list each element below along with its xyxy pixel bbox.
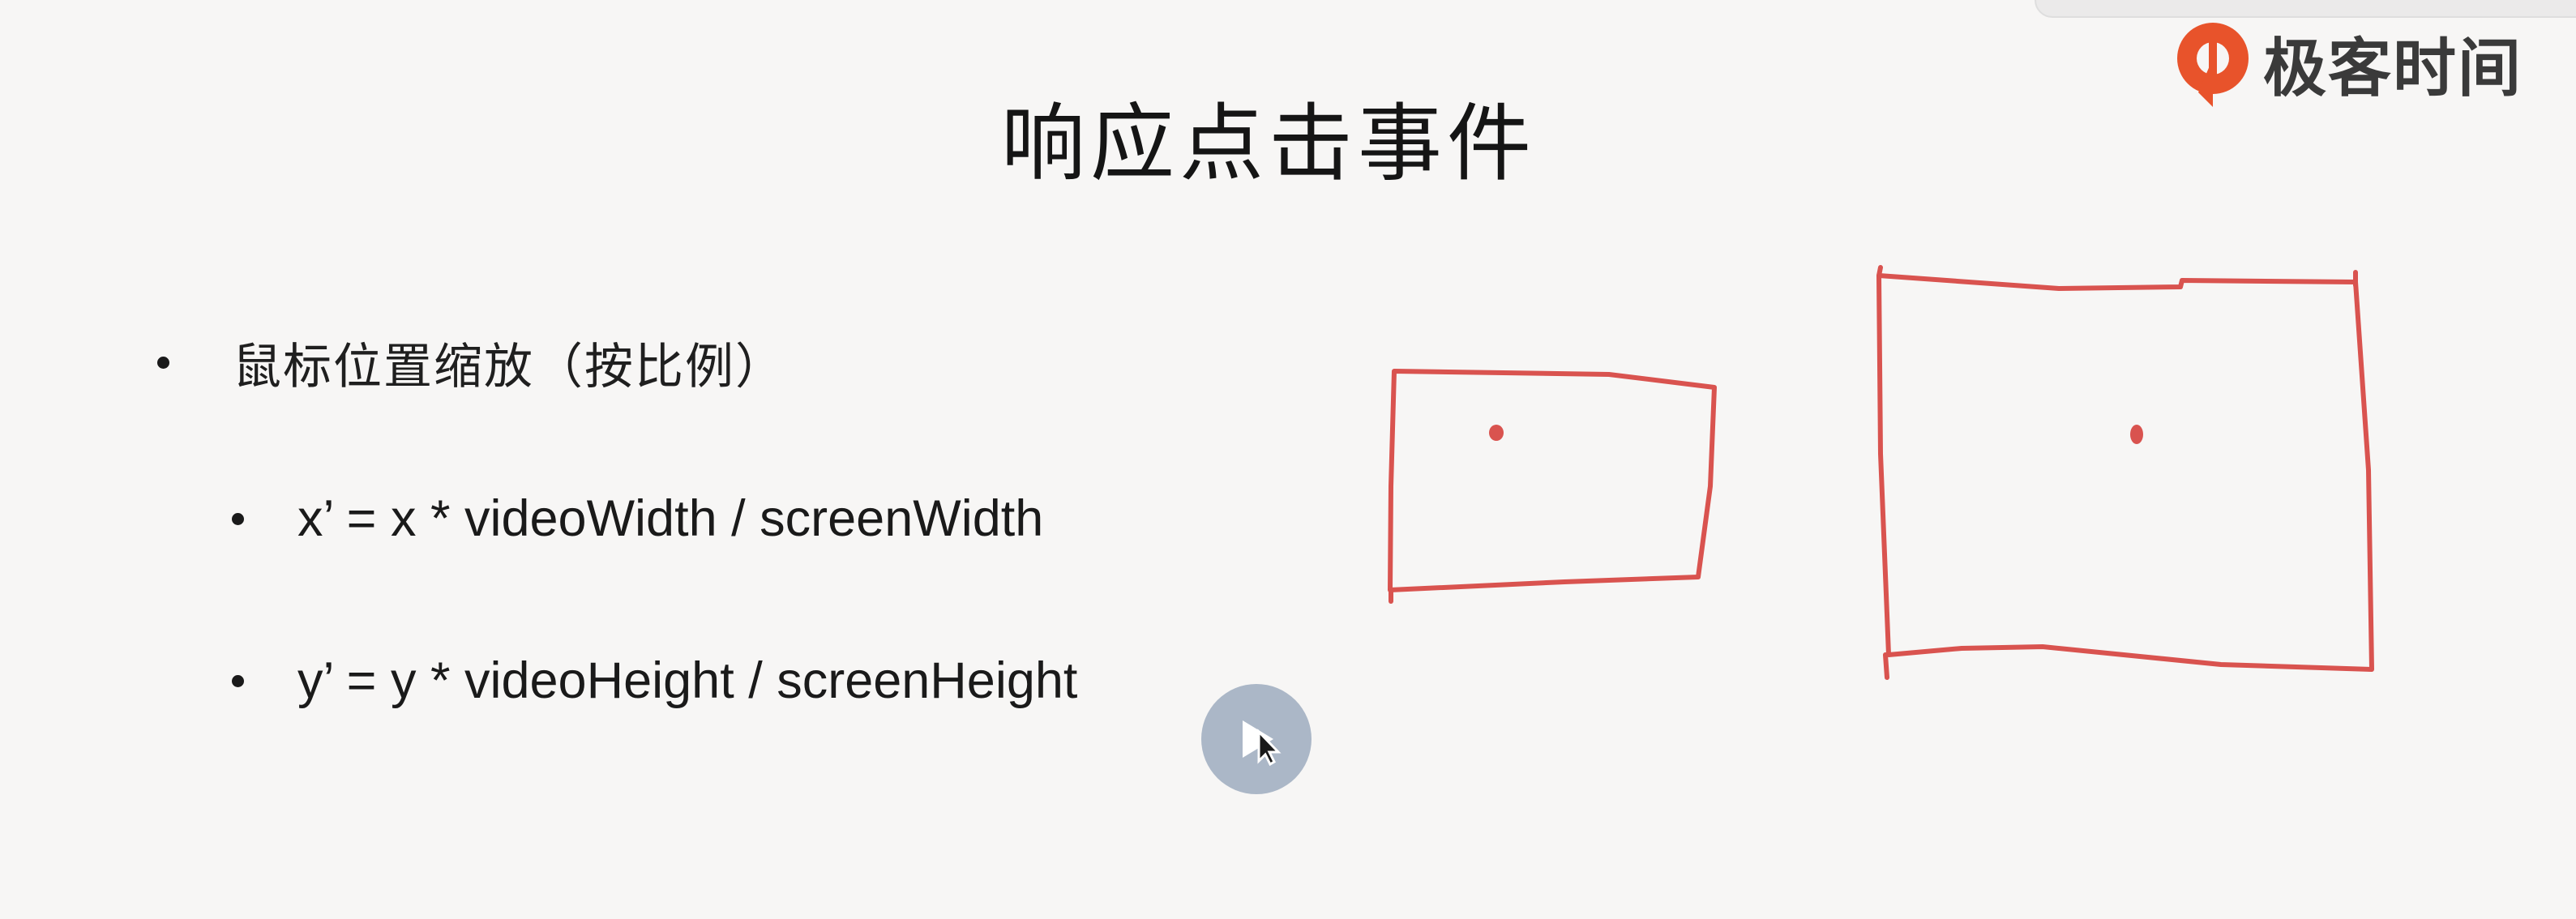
slide-title: 响应点击事件 [1000, 94, 1536, 193]
sub-bullet-item: y’ = y * videoHeight / screenHeight [232, 652, 1077, 710]
formula-y: y’ = y * videoHeight / screenHeight [297, 652, 1078, 709]
bullet-dot [232, 512, 244, 525]
large-click-point [2130, 425, 2143, 444]
formula-x: x’ = x * videoWidth / screenWidth [297, 490, 1044, 547]
bullet-item: 鼠标位置缩放（按比例） [157, 327, 785, 398]
sub-bullet-item: x’ = x * videoWidth / screenWidth [232, 489, 1043, 548]
bullet-dot [232, 674, 244, 687]
browser-tab-edge [2035, 0, 2576, 18]
bullet-dot [157, 357, 169, 369]
slide: 极客时间 响应点击事件 鼠标位置缩放（按比例） x’ = x * videoWi… [0, 0, 2576, 919]
play-button[interactable] [1201, 684, 1312, 794]
large-video-rect-tail [1876, 265, 2358, 680]
bullet-text: 鼠标位置缩放（按比例） [233, 339, 785, 395]
large-video-rect [1876, 273, 2374, 672]
small-click-point [1489, 425, 1504, 441]
play-icon [1243, 720, 1282, 767]
small-screen-rect [1388, 369, 1717, 592]
